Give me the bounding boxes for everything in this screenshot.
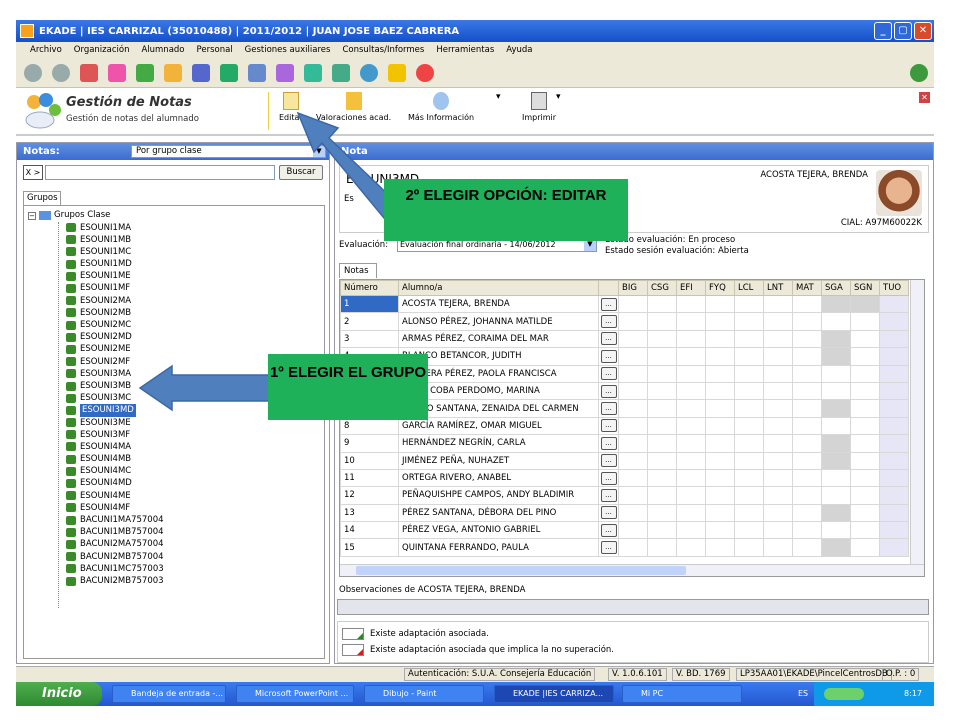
arrow-to-editar: [296, 111, 400, 220]
arrow-to-group: [138, 364, 271, 412]
annotation-arrows: [138, 111, 400, 412]
callout-step-1: 1º ELEGIR EL GRUPO: [268, 354, 428, 420]
callout-step-2: 2º ELEGIR OPCIÓN: EDITAR: [384, 179, 628, 241]
